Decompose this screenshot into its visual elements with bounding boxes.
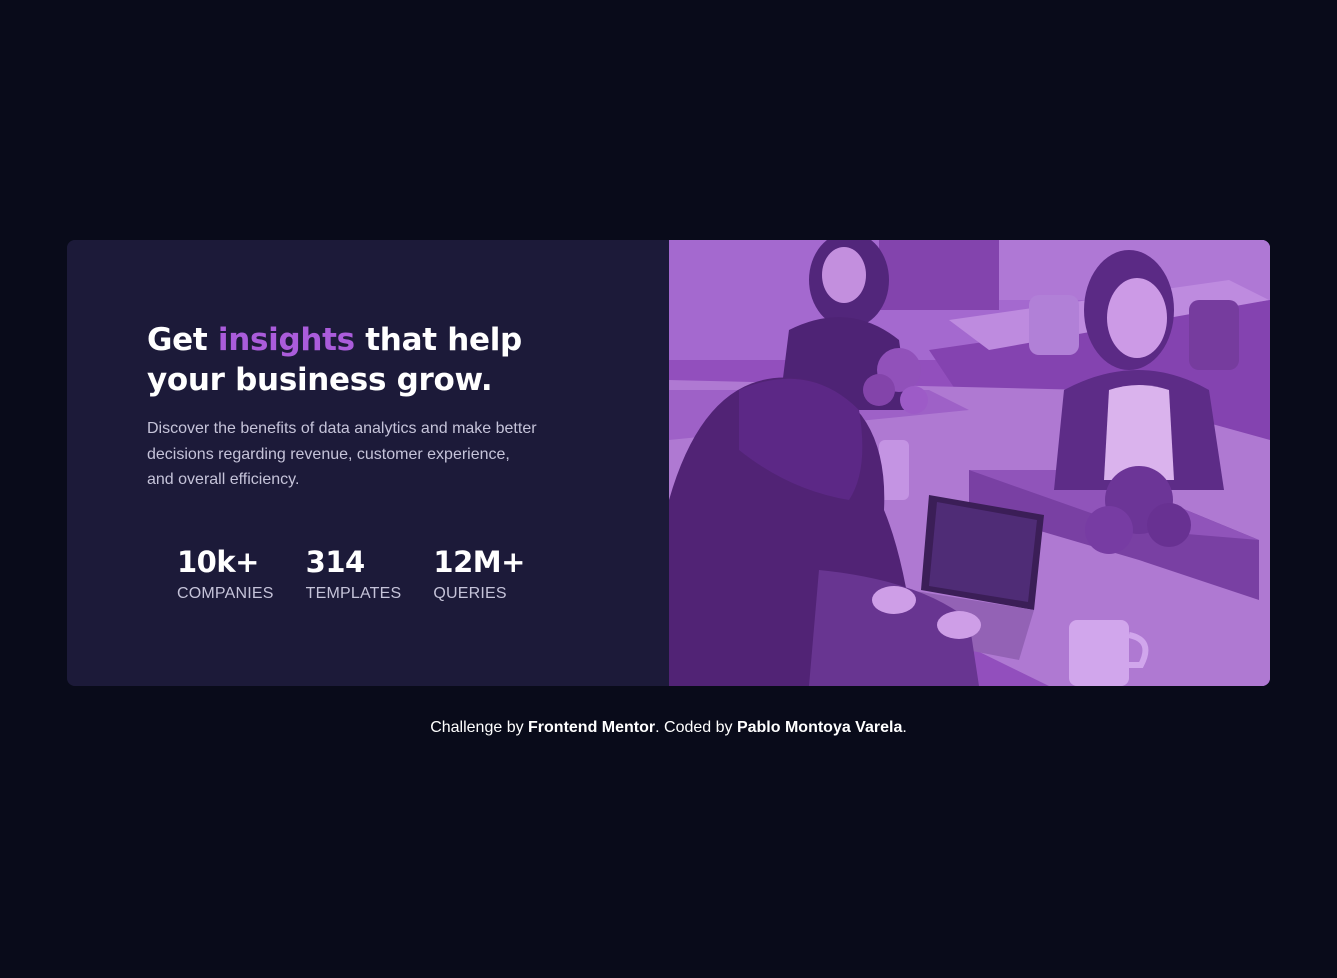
stat-value: 10k+: [177, 545, 259, 579]
author-link[interactable]: Pablo Montoya Varela: [737, 719, 902, 736]
footer-prefix: Challenge by: [430, 719, 529, 736]
stat-value: 314: [305, 545, 366, 579]
stat-value: 12M+: [433, 545, 525, 579]
stat-companies: 10k+ COMPANIES: [177, 540, 274, 604]
card-content: Get insights that help your business gro…: [67, 240, 669, 686]
card-description: Discover the benefits of data analytics …: [147, 420, 537, 488]
stat-templates: 314 TEMPLATES: [306, 540, 402, 604]
stat-label: COMPANIES: [177, 585, 274, 602]
card-headline: Get insights that help your business gro…: [147, 320, 547, 400]
office-photo: [669, 240, 1270, 686]
stat-label: QUERIES: [433, 585, 507, 602]
attribution-footer: Challenge by Frontend Mentor. Coded by P…: [0, 717, 1337, 739]
footer-middle: . Coded by: [655, 719, 737, 736]
stat-queries: 12M+ QUERIES: [433, 540, 525, 604]
stat-label: TEMPLATES: [305, 585, 402, 602]
headline-text-start: Get: [147, 322, 218, 358]
stats-row: 10k+ COMPANIES 314 TEMPLATES 12M+ QUERIE…: [177, 540, 557, 604]
office-photo-illustration: [669, 240, 1270, 686]
stats-preview-card: Get insights that help your business gro…: [67, 240, 1270, 686]
frontend-mentor-link[interactable]: Frontend Mentor: [528, 719, 655, 736]
footer-suffix: .: [902, 719, 907, 736]
headline-accent-word: insights: [217, 322, 355, 358]
